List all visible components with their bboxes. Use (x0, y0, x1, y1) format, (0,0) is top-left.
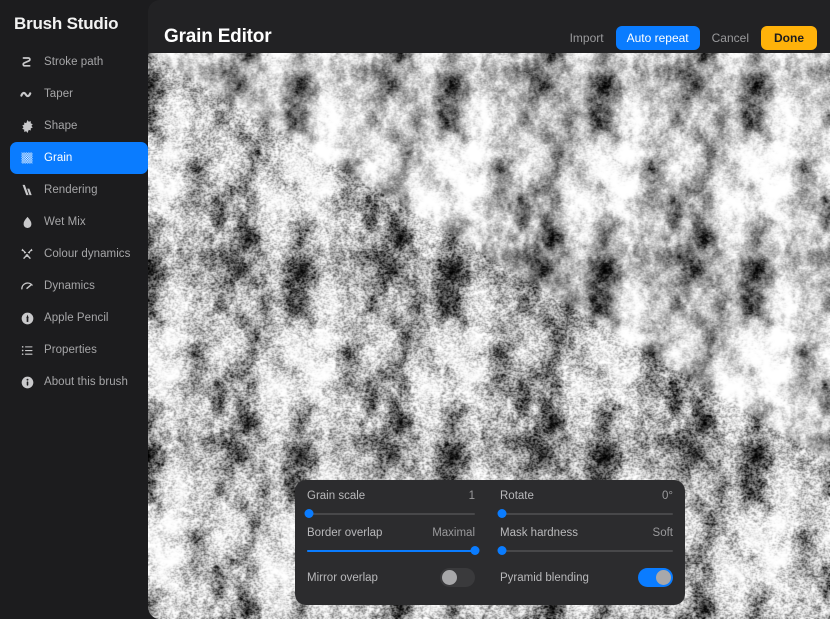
sidebar-item-taper[interactable]: Taper (10, 78, 148, 110)
brush-studio-window: Brush Studio Stroke path Taper Shape Grain R… (0, 0, 830, 619)
gauge-icon (18, 277, 36, 295)
sidebar-item-properties[interactable]: Properties (10, 334, 148, 366)
editor-header: Grain Editor Import Auto repeat Cancel D… (148, 0, 830, 53)
slider-knob[interactable] (497, 546, 507, 555)
sidebar-item-label: Rendering (44, 184, 98, 196)
sidebar-item-label: Apple Pencil (44, 312, 109, 324)
sidebar-item-label: Taper (44, 88, 74, 100)
toggle-label: Pyramid blending (500, 571, 589, 584)
slider-mask-hardness[interactable]: Mask hardness Soft (497, 527, 673, 555)
rendering-icon (18, 181, 36, 199)
sidebar-item-label: Dynamics (44, 280, 95, 292)
list-icon (18, 341, 36, 359)
sidebar-item-colour-dynamics[interactable]: Colour dynamics (10, 238, 148, 270)
sidebar-item-label: Stroke path (44, 56, 104, 68)
slider-grain-scale[interactable]: Grain scale 1 (304, 490, 475, 518)
sidebar-item-apple-pencil[interactable]: Apple Pencil (10, 302, 148, 334)
sidebar-menu: Stroke path Taper Shape Grain Rendering Wet M… (0, 46, 148, 398)
sidebar-item-shape[interactable]: Shape (10, 110, 148, 142)
sidebar-title: Brush Studio (14, 14, 119, 33)
slider-knob[interactable] (497, 509, 507, 518)
slider-label: Rotate (500, 490, 534, 502)
slider-fill (307, 549, 475, 552)
sidebar-item-wet-mix[interactable]: Wet Mix (10, 206, 148, 238)
toggle-row-mirror-overlap: Mirror overlap (307, 568, 475, 587)
sidebar-item-label: About this brush (44, 376, 128, 388)
sidebar-item-rendering[interactable]: Rendering (10, 174, 148, 206)
sidebar-item-stroke-path[interactable]: Stroke path (10, 46, 148, 78)
sidebar-item-label: Colour dynamics (44, 248, 131, 260)
slider-value: 0° (662, 490, 673, 502)
toggle-label: Mirror overlap (307, 571, 378, 584)
colour-dynamics-icon (18, 245, 36, 263)
page-title: Grain Editor (164, 26, 272, 47)
toggle-row-pyramid-blending: Pyramid blending (500, 568, 673, 587)
slider-label: Grain scale (307, 490, 366, 502)
pyramid-blending-switch[interactable] (638, 568, 673, 587)
slider-track[interactable] (497, 509, 673, 518)
slider-rail (500, 550, 673, 552)
cancel-button[interactable]: Cancel (712, 31, 749, 45)
slider-label: Border overlap (307, 527, 383, 539)
shape-icon (18, 117, 36, 135)
grain-controls-panel: Grain scale 1 Border overlap Maximal Mir… (295, 480, 685, 605)
slider-rotate[interactable]: Rotate 0° (497, 490, 673, 518)
taper-icon (18, 85, 36, 103)
auto-repeat-button[interactable]: Auto repeat (615, 26, 700, 50)
stroke-path-icon (18, 53, 36, 71)
slider-value: 1 (468, 490, 475, 502)
slider-knob[interactable] (470, 546, 480, 555)
mirror-overlap-switch[interactable] (440, 568, 475, 587)
sidebar: Brush Studio Stroke path Taper Shape Grain R… (0, 0, 148, 619)
droplet-icon (18, 213, 36, 231)
done-button[interactable]: Done (761, 26, 817, 50)
slider-label: Mask hardness (500, 527, 578, 539)
sidebar-item-dynamics[interactable]: Dynamics (10, 270, 148, 302)
slider-rail (500, 513, 673, 515)
sidebar-item-grain[interactable]: Grain (10, 142, 148, 174)
sidebar-item-label: Grain (44, 152, 73, 164)
sidebar-item-label: Properties (44, 344, 97, 356)
apple-pencil-icon (18, 309, 36, 327)
main-content: Grain Editor Import Auto repeat Cancel D… (148, 0, 830, 619)
slider-value: Soft (652, 527, 673, 539)
sidebar-item-label: Wet Mix (44, 216, 86, 228)
header-actions: Import Auto repeat Cancel Done (570, 26, 817, 50)
sidebar-item-label: Shape (44, 120, 78, 132)
slider-track[interactable] (304, 509, 475, 518)
slider-rail (307, 513, 475, 515)
slider-value: Maximal (432, 527, 475, 539)
grain-icon (18, 149, 36, 167)
switch-knob (442, 570, 457, 585)
switch-knob (656, 570, 671, 585)
slider-knob[interactable] (304, 509, 314, 518)
info-icon (18, 373, 36, 391)
sidebar-item-about-this-brush[interactable]: About this brush (10, 366, 148, 398)
slider-track[interactable] (307, 546, 480, 555)
import-button[interactable]: Import (570, 31, 604, 45)
slider-border-overlap[interactable]: Border overlap Maximal (307, 527, 480, 555)
slider-track[interactable] (497, 546, 673, 555)
